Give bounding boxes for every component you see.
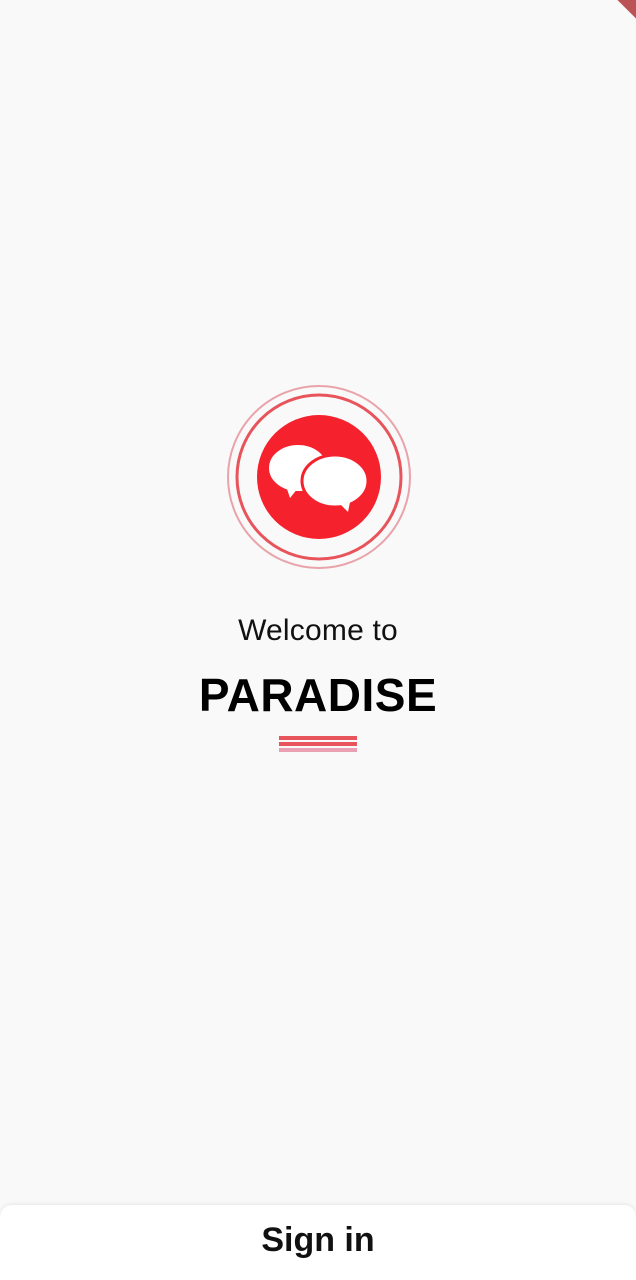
- underline-bar-2: [279, 742, 357, 746]
- app-name-title: PARADISE: [198, 669, 438, 721]
- sign-in-button[interactable]: Sign in: [0, 1205, 636, 1280]
- chat-bubbles-icon: [227, 385, 411, 569]
- app-logo: [226, 384, 412, 570]
- welcome-screen: Welcome to PARADISE Sign in: [0, 0, 636, 1280]
- debug-banner: [598, 0, 636, 38]
- welcome-text: Welcome to: [238, 614, 398, 647]
- sign-in-label: Sign in: [261, 1221, 375, 1259]
- title-underline: [279, 736, 357, 754]
- underline-bar-3: [279, 748, 357, 752]
- underline-bar-1: [279, 736, 357, 740]
- debug-banner-band: [598, 0, 636, 36]
